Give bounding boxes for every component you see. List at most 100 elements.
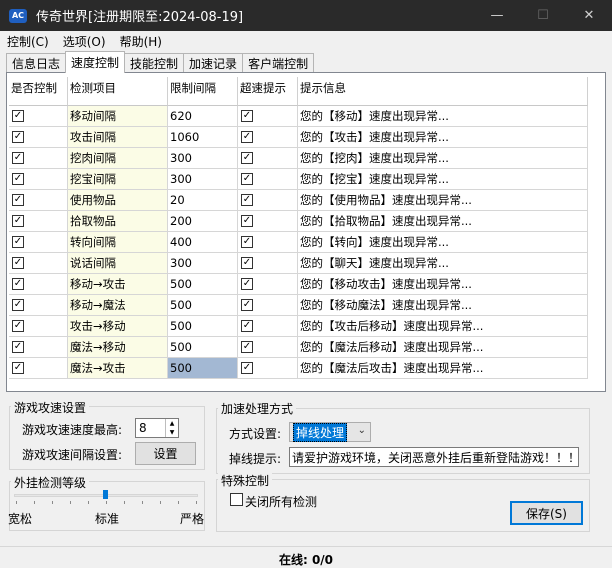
close-all-detection-checkbox[interactable] [230,493,243,506]
control-checkbox[interactable]: ✓ [12,194,24,206]
alert-checkbox[interactable]: ✓ [241,215,253,227]
control-checkbox-cell[interactable]: ✓ [9,169,68,190]
table-row[interactable]: ✓ 移动间隔 620 ✓ 您的【移动】速度出现异常... [9,106,588,127]
alert-checkbox[interactable]: ✓ [241,152,253,164]
control-checkbox-cell[interactable]: ✓ [9,106,68,127]
interval-cell[interactable]: 620 [168,106,238,127]
alert-checkbox-cell[interactable]: ✓ [238,232,298,253]
col-header-alert[interactable]: 超速提示 [238,77,298,106]
table-row[interactable]: ✓ 移动→攻击 500 ✓ 您的【移动攻击】速度出现异常... [9,274,588,295]
alert-checkbox-cell[interactable]: ✓ [238,253,298,274]
table-row[interactable]: ✓ 挖宝间隔 300 ✓ 您的【挖宝】速度出现异常... [9,169,588,190]
alert-checkbox-cell[interactable]: ✓ [238,190,298,211]
table-row[interactable]: ✓ 挖肉间隔 300 ✓ 您的【挖肉】速度出现异常... [9,148,588,169]
alert-checkbox-cell[interactable]: ✓ [238,358,298,379]
alert-checkbox[interactable]: ✓ [241,299,253,311]
control-checkbox-cell[interactable]: ✓ [9,274,68,295]
col-header-item[interactable]: 检测项目 [68,77,168,106]
interval-cell[interactable]: 300 [168,169,238,190]
interval-cell[interactable]: 500 [168,316,238,337]
table-row[interactable]: ✓ 转向间隔 400 ✓ 您的【转向】速度出现异常... [9,232,588,253]
max-speed-stepper[interactable]: 8 ▲ ▼ [135,418,179,438]
alert-checkbox[interactable]: ✓ [241,236,253,248]
table-row[interactable]: ✓ 说话间隔 300 ✓ 您的【聊天】速度出现异常... [9,253,588,274]
disconnect-tip-input[interactable]: 请爱护游戏环境，关闭恶意外挂后重新登陆游戏！！！ [289,447,579,467]
control-checkbox-cell[interactable]: ✓ [9,295,68,316]
message-cell[interactable]: 您的【移动魔法】速度出现异常... [298,295,588,316]
alert-checkbox[interactable]: ✓ [241,320,253,332]
tab-info-log[interactable]: 信息日志 [6,53,67,73]
message-cell[interactable]: 您的【挖宝】速度出现异常... [298,169,588,190]
save-button[interactable]: 保存(S) [510,501,583,525]
interval-cell[interactable]: 300 [168,148,238,169]
method-select[interactable]: 掉线处理 ⌄ [289,422,371,442]
alert-checkbox-cell[interactable]: ✓ [238,106,298,127]
message-cell[interactable]: 您的【攻击】速度出现异常... [298,127,588,148]
message-cell[interactable]: 您的【使用物品】速度出现异常... [298,190,588,211]
control-checkbox[interactable]: ✓ [12,299,24,311]
control-checkbox[interactable]: ✓ [12,362,24,374]
alert-checkbox[interactable]: ✓ [241,257,253,269]
alert-checkbox-cell[interactable]: ✓ [238,337,298,358]
control-checkbox[interactable]: ✓ [12,110,24,122]
method-selected-value[interactable]: 掉线处理 [293,422,348,442]
control-checkbox-cell[interactable]: ✓ [9,190,68,211]
control-checkbox[interactable]: ✓ [12,236,24,248]
table-row[interactable]: ✓ 魔法→移动 500 ✓ 您的【魔法后移动】速度出现异常... [9,337,588,358]
control-checkbox-cell[interactable]: ✓ [9,253,68,274]
tab-client-control[interactable]: 客户端控制 [242,53,315,73]
control-checkbox[interactable]: ✓ [12,341,24,353]
col-header-interval[interactable]: 限制间隔 [168,77,238,106]
alert-checkbox[interactable]: ✓ [241,341,253,353]
control-checkbox-cell[interactable]: ✓ [9,337,68,358]
max-speed-value[interactable]: 8 [136,419,165,437]
control-checkbox[interactable]: ✓ [12,278,24,290]
interval-cell[interactable]: 200 [168,211,238,232]
tab-speed-control[interactable]: 速度控制 [65,51,126,73]
interval-cell[interactable]: 1060 [168,127,238,148]
interval-cell[interactable]: 500 [168,358,238,379]
control-checkbox-cell[interactable]: ✓ [9,232,68,253]
interval-cell[interactable]: 20 [168,190,238,211]
table-row[interactable]: ✓ 使用物品 20 ✓ 您的【使用物品】速度出现异常... [9,190,588,211]
message-cell[interactable]: 您的【魔法后移动】速度出现异常... [298,337,588,358]
interval-cell[interactable]: 300 [168,253,238,274]
control-checkbox[interactable]: ✓ [12,152,24,164]
alert-checkbox[interactable]: ✓ [241,278,253,290]
control-checkbox[interactable]: ✓ [12,320,24,332]
settings-button[interactable]: 设置 [135,442,196,465]
message-cell[interactable]: 您的【聊天】速度出现异常... [298,253,588,274]
control-checkbox[interactable]: ✓ [12,257,24,269]
control-checkbox-cell[interactable]: ✓ [9,358,68,379]
alert-checkbox-cell[interactable]: ✓ [238,274,298,295]
control-checkbox[interactable]: ✓ [12,173,24,185]
message-cell[interactable]: 您的【魔法后攻击】速度出现异常... [298,358,588,379]
interval-cell[interactable]: 500 [168,295,238,316]
table-row[interactable]: ✓ 攻击间隔 1060 ✓ 您的【攻击】速度出现异常... [9,127,588,148]
message-cell[interactable]: 您的【挖肉】速度出现异常... [298,148,588,169]
alert-checkbox[interactable]: ✓ [241,194,253,206]
alert-checkbox[interactable]: ✓ [241,110,253,122]
control-checkbox-cell[interactable]: ✓ [9,127,68,148]
message-cell[interactable]: 您的【转向】速度出现异常... [298,232,588,253]
control-checkbox-cell[interactable]: ✓ [9,316,68,337]
menu-options[interactable]: 选项(O) [56,33,113,50]
control-checkbox-cell[interactable]: ✓ [9,148,68,169]
control-checkbox[interactable]: ✓ [12,215,24,227]
alert-checkbox-cell[interactable]: ✓ [238,316,298,337]
interval-cell[interactable]: 500 [168,337,238,358]
tab-accel-records[interactable]: 加速记录 [183,53,244,73]
message-cell[interactable]: 您的【移动攻击】速度出现异常... [298,274,588,295]
interval-cell[interactable]: 400 [168,232,238,253]
alert-checkbox-cell[interactable]: ✓ [238,169,298,190]
control-checkbox[interactable]: ✓ [12,131,24,143]
table-row[interactable]: ✓ 移动→魔法 500 ✓ 您的【移动魔法】速度出现异常... [9,295,588,316]
table-row[interactable]: ✓ 攻击→移动 500 ✓ 您的【攻击后移动】速度出现异常... [9,316,588,337]
col-header-message[interactable]: 提示信息 [298,77,588,106]
close-all-detection-label[interactable]: 关闭所有检测 [245,493,317,510]
alert-checkbox-cell[interactable]: ✓ [238,295,298,316]
col-header-control[interactable]: 是否控制 [9,77,68,106]
message-cell[interactable]: 您的【移动】速度出现异常... [298,106,588,127]
alert-checkbox-cell[interactable]: ✓ [238,211,298,232]
table-row[interactable]: ✓ 拾取物品 200 ✓ 您的【拾取物品】速度出现异常... [9,211,588,232]
